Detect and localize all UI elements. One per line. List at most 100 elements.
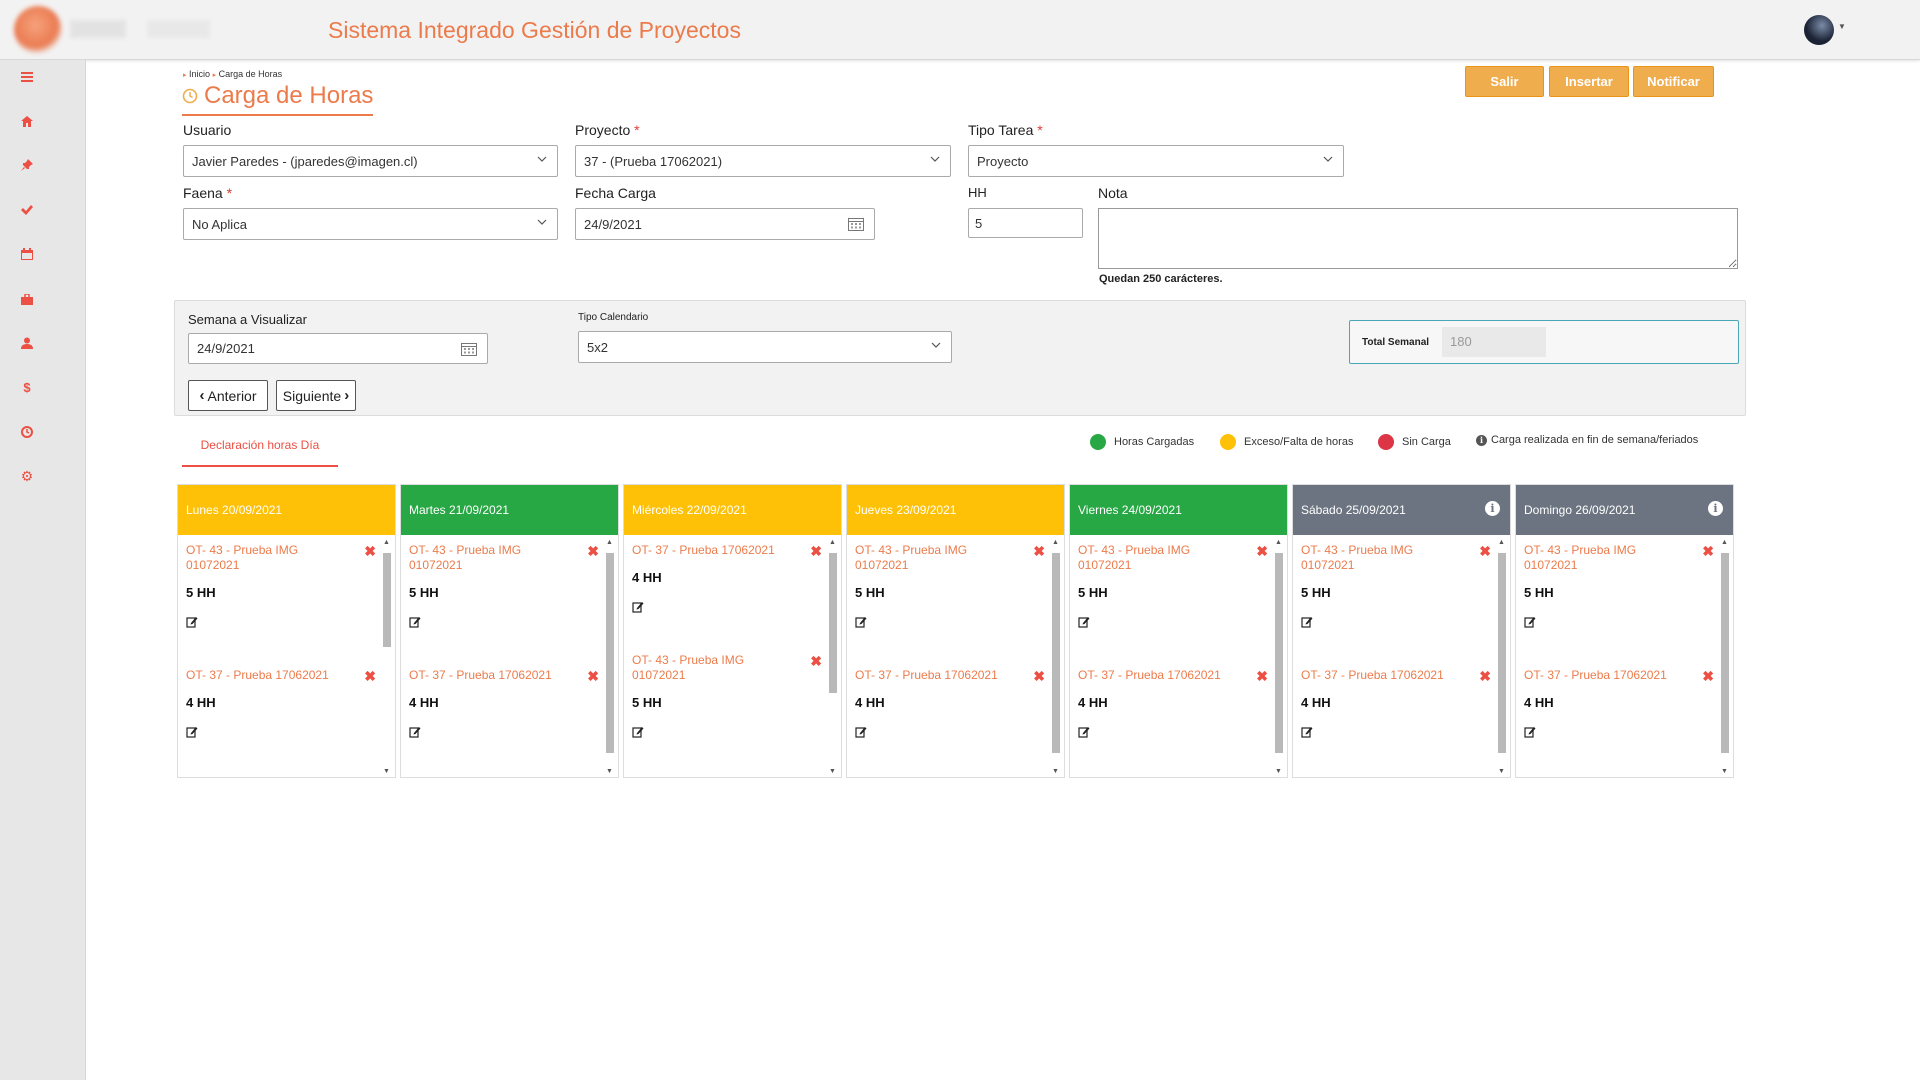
faena-select[interactable]: No Aplica <box>183 208 558 240</box>
entry-ot-link[interactable]: OT- 37 - Prueba 17062021 <box>1078 668 1228 683</box>
scroll-down-icon[interactable]: ▼ <box>606 768 613 775</box>
scroll-down-icon[interactable]: ▼ <box>1275 768 1282 775</box>
scroll-thumb[interactable] <box>1052 553 1060 753</box>
edit-icon[interactable] <box>1078 726 1090 738</box>
edit-icon[interactable] <box>409 726 421 738</box>
scroll-down-icon[interactable]: ▼ <box>829 768 836 775</box>
salir-button[interactable]: Salir <box>1465 66 1544 97</box>
delete-icon[interactable]: ✖ <box>1702 543 1714 560</box>
scroll-up-icon[interactable]: ▲ <box>829 539 836 546</box>
delete-icon[interactable]: ✖ <box>587 543 599 560</box>
home-icon[interactable] <box>16 110 38 132</box>
scroll-down-icon[interactable]: ▼ <box>1498 768 1505 775</box>
delete-icon[interactable]: ✖ <box>1702 668 1714 685</box>
scroll-up-icon[interactable]: ▲ <box>1498 539 1505 546</box>
entry-ot-link[interactable]: OT- 43 - Prueba IMG 01072021 <box>186 543 336 573</box>
scroll-up-icon[interactable]: ▲ <box>1052 539 1059 546</box>
delete-icon[interactable]: ✖ <box>1256 543 1268 560</box>
tipo-calendario-select[interactable]: 5x2 <box>578 331 952 363</box>
edit-icon[interactable] <box>1301 726 1313 738</box>
edit-icon[interactable] <box>1524 726 1536 738</box>
scroll-thumb[interactable] <box>1721 553 1729 753</box>
entry-ot-link[interactable]: OT- 37 - Prueba 17062021 <box>1524 668 1674 683</box>
company-logo[interactable] <box>14 6 62 54</box>
scrollbar[interactable]: ▲ ▼ <box>827 539 839 775</box>
scrollbar[interactable]: ▲ ▼ <box>1050 539 1062 775</box>
entry-ot-link[interactable]: OT- 43 - Prueba IMG 01072021 <box>409 543 559 573</box>
scroll-up-icon[interactable]: ▲ <box>1721 539 1728 546</box>
entry-ot-link[interactable]: OT- 37 - Prueba 17062021 <box>409 668 559 683</box>
briefcase-icon[interactable] <box>16 288 38 310</box>
delete-icon[interactable]: ✖ <box>1033 668 1045 685</box>
entry-ot-link[interactable]: OT- 37 - Prueba 17062021 <box>186 668 336 683</box>
delete-icon[interactable]: ✖ <box>1033 543 1045 560</box>
scroll-down-icon[interactable]: ▼ <box>1052 768 1059 775</box>
scroll-down-icon[interactable]: ▼ <box>1721 768 1728 775</box>
proyecto-select[interactable]: 37 - (Prueba 17062021) <box>575 145 951 177</box>
calendar-icon[interactable] <box>16 243 38 265</box>
entry-ot-link[interactable]: OT- 43 - Prueba IMG 01072021 <box>1301 543 1451 573</box>
edit-icon[interactable] <box>632 726 644 738</box>
scroll-thumb[interactable] <box>383 553 391 647</box>
scrollbar[interactable]: ▲ ▼ <box>604 539 616 775</box>
anterior-button[interactable]: ‹ Anterior <box>188 380 268 411</box>
delete-icon[interactable]: ✖ <box>1479 543 1491 560</box>
scrollbar[interactable]: ▲ ▼ <box>381 539 393 775</box>
caret-down-icon[interactable]: ▼ <box>1838 22 1846 31</box>
info-icon[interactable]: i <box>1708 501 1723 516</box>
scroll-up-icon[interactable]: ▲ <box>1275 539 1282 546</box>
edit-icon[interactable] <box>409 616 421 628</box>
hh-input[interactable]: 5 <box>968 208 1083 238</box>
edit-icon[interactable] <box>186 726 198 738</box>
user-icon[interactable] <box>16 332 38 354</box>
semana-input[interactable]: 24/9/2021 <box>188 333 488 364</box>
entry-ot-link[interactable]: OT- 37 - Prueba 17062021 <box>632 543 782 558</box>
scroll-up-icon[interactable]: ▲ <box>606 539 613 546</box>
entry-ot-link[interactable]: OT- 43 - Prueba IMG 01072021 <box>1524 543 1674 573</box>
calendar-icon[interactable] <box>461 342 477 356</box>
edit-icon[interactable] <box>186 616 198 628</box>
menu-icon[interactable] <box>16 66 38 88</box>
tipo-tarea-select[interactable]: Proyecto <box>968 145 1344 177</box>
delete-icon[interactable]: ✖ <box>810 653 822 670</box>
usuario-select[interactable]: Javier Paredes - (jparedes@imagen.cl) <box>183 145 558 177</box>
delete-icon[interactable]: ✖ <box>1479 668 1491 685</box>
gear-icon[interactable]: ⚙ <box>16 465 38 487</box>
entry-ot-link[interactable]: OT- 37 - Prueba 17062021 <box>855 668 1005 683</box>
breadcrumb-home[interactable]: Inicio <box>189 69 210 79</box>
edit-icon[interactable] <box>1524 616 1536 628</box>
calendar-icon[interactable] <box>848 217 864 231</box>
check-icon[interactable] <box>16 199 38 221</box>
entry-ot-link[interactable]: OT- 43 - Prueba IMG 01072021 <box>855 543 1005 573</box>
delete-icon[interactable]: ✖ <box>364 668 376 685</box>
scrollbar[interactable]: ▲ ▼ <box>1496 539 1508 775</box>
siguiente-button[interactable]: Siguiente › <box>276 380 356 411</box>
tab-declaracion-horas[interactable]: Declaración horas Día <box>182 430 338 467</box>
pin-icon[interactable] <box>16 154 38 176</box>
insertar-button[interactable]: Insertar <box>1549 66 1629 97</box>
notificar-button[interactable]: Notificar <box>1633 66 1714 97</box>
clock-icon[interactable] <box>16 421 38 443</box>
scrollbar[interactable]: ▲ ▼ <box>1273 539 1285 775</box>
delete-icon[interactable]: ✖ <box>810 543 822 560</box>
scroll-down-icon[interactable]: ▼ <box>383 768 390 775</box>
entry-ot-link[interactable]: OT- 37 - Prueba 17062021 <box>1301 668 1451 683</box>
edit-icon[interactable] <box>855 726 867 738</box>
scroll-thumb[interactable] <box>606 553 614 753</box>
user-avatar[interactable] <box>1804 15 1834 45</box>
edit-icon[interactable] <box>632 601 644 613</box>
edit-icon[interactable] <box>855 616 867 628</box>
scroll-thumb[interactable] <box>829 553 837 693</box>
scroll-thumb[interactable] <box>1275 553 1283 753</box>
scrollbar[interactable]: ▲ ▼ <box>1719 539 1731 775</box>
scroll-thumb[interactable] <box>1498 553 1506 753</box>
delete-icon[interactable]: ✖ <box>364 543 376 560</box>
entry-ot-link[interactable]: OT- 43 - Prueba IMG 01072021 <box>632 653 782 683</box>
delete-icon[interactable]: ✖ <box>1256 668 1268 685</box>
dollar-icon[interactable]: $ <box>16 376 38 398</box>
delete-icon[interactable]: ✖ <box>587 668 599 685</box>
edit-icon[interactable] <box>1301 616 1313 628</box>
entry-ot-link[interactable]: OT- 43 - Prueba IMG 01072021 <box>1078 543 1228 573</box>
fecha-carga-input[interactable]: 24/9/2021 <box>575 208 875 240</box>
scroll-up-icon[interactable]: ▲ <box>383 539 390 546</box>
